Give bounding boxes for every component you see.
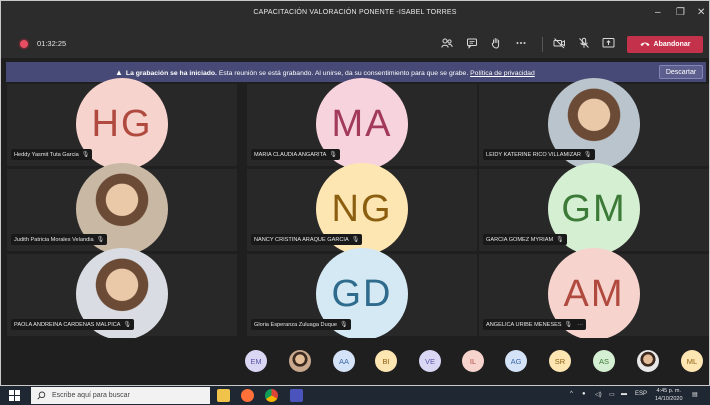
participant-name: NANCY CRISTINA ARAQUE GARCIA [254,236,349,243]
participant-tile[interactable]: Judith Patricia Morales Velandia 🎙︎ [7,163,237,255]
network-icon[interactable]: ▭ [609,391,615,398]
participant-tile[interactable]: GM GARCIA GOMEZ MYRIAM 🎙︎ [479,163,709,255]
participant-name-tag: PAOLA ANDREINA CARDENAS MALPICA 🎙︎ [11,319,135,330]
file-explorer-icon[interactable] [217,389,230,402]
participant-mini-photo[interactable] [289,350,311,372]
chrome-icon[interactable] [265,389,278,402]
tray-chevron-icon[interactable]: ^ [570,391,573,397]
meeting-title: CAPACITACIÓN VALORACIÓN PONENTE -ISABEL … [253,9,457,16]
participant-name: Gloria Esperanza Zuluaga Duque [254,321,338,328]
participant-name: PAOLA ANDREINA CARDENAS MALPICA [14,321,121,328]
participant-mini-avatar[interactable]: ML [681,350,703,372]
battery-icon[interactable]: ▬ [621,391,627,397]
participant-mini-avatar[interactable]: AS [593,350,615,372]
windows-start-icon[interactable] [9,390,20,401]
participant-name-tag: ANGELICA URIBE MENESES 🎙︎ ··· [483,319,587,330]
participant-tile[interactable]: HG Heddy Yasmit Tuta Garcia 🎙︎ [7,78,237,170]
participant-name-tag: NANCY CRISTINA ARAQUE GARCIA 🎙︎ [251,234,363,245]
mic-muted-icon: 🎙︎ [81,152,90,158]
volume-icon[interactable]: ◁) [595,391,602,398]
mic-muted-icon: 🎙︎ [96,237,105,243]
participants-icon[interactable] [440,37,454,51]
meeting-controls: 01:32:25 Abandonar [0,30,710,58]
participant-name-tag: MARIA CLAUDIA ANGARITA 🎙︎ [251,149,340,160]
mic-muted-icon: 🎙︎ [351,237,360,243]
participant-name-tag: LEIDY KATERINE RICO VILLAMIZAR 🎙︎ [483,149,595,160]
participant-name: ANGELICA URIBE MENESES [486,321,562,328]
teams-window: CAPACITACIÓN VALORACIÓN PONENTE -ISABEL … [0,0,710,386]
participant-name: MARIA CLAUDIA ANGARITA [254,151,327,158]
participant-name: LEIDY KATERINE RICO VILLAMIZAR [486,151,581,158]
search-icon [37,387,46,405]
notification-center-icon[interactable]: ▤ [692,391,698,398]
mic-muted-icon: 🎙︎ [556,237,564,243]
participant-mini-avatar[interactable]: SR [549,350,571,372]
toolbar-divider [542,37,543,52]
participant-tile[interactable]: LEIDY KATERINE RICO VILLAMIZAR 🎙︎ [479,78,709,170]
participant-overflow-strip: EM AA BI VE IL AG SR AS ML [0,338,710,386]
participant-mini-avatar[interactable]: EM [245,350,267,372]
raise-hand-icon[interactable] [489,37,503,51]
more-options-icon[interactable] [514,37,528,51]
participant-mini-avatar[interactable]: IL [462,350,484,372]
chat-icon[interactable] [465,37,479,51]
participant-name: GARCIA GOMEZ MYRIAM [486,236,554,243]
mic-off-icon[interactable] [577,37,591,51]
windows-taskbar: Escribe aquí para buscar ^ ● ◁) ▭ ▬ ESP … [0,386,710,405]
minimize-icon[interactable]: – [655,8,661,18]
tray-app-icon[interactable]: ● [582,391,586,397]
phone-hangup-icon [640,41,650,49]
participant-name-tag: Judith Patricia Morales Velandia 🎙︎ [11,234,108,245]
participant-mini-avatar[interactable]: BI [375,350,397,372]
participant-tile[interactable]: PAOLA ANDREINA CARDENAS MALPICA 🎙︎ [7,248,237,340]
participant-tile[interactable]: MA MARIA CLAUDIA ANGARITA 🎙︎ [247,78,477,170]
teams-icon[interactable] [290,389,303,402]
camera-off-icon[interactable] [552,37,566,51]
participant-tile[interactable]: NG NANCY CRISTINA ARAQUE GARCIA 🎙︎ [247,163,477,255]
share-screen-icon[interactable] [601,37,615,51]
participant-tile[interactable]: AM ANGELICA URIBE MENESES 🎙︎ ··· [479,248,709,340]
video-grid: HG Heddy Yasmit Tuta Garcia 🎙︎ MA MARIA CLAU… [7,78,709,340]
recording-banner-message: ▲ La grabación se ha iniciado. Esta reuni… [115,68,535,77]
leave-button-label: Abandonar [653,41,691,48]
maximize-icon[interactable]: ❐ [676,8,685,18]
firefox-icon[interactable] [241,389,254,402]
clock-time: 4:45 p. m. [656,388,681,394]
mic-muted-icon: 🎙︎ [123,322,132,328]
input-language[interactable]: ESP [635,391,647,397]
participant-mini-avatar[interactable]: VE [419,350,441,372]
clock-date: 14/10/2020 [655,396,683,402]
mic-muted-icon: 🎙︎ [340,322,348,328]
participant-name-tag: Gloria Esperanza Zuluaga Duque 🎙︎ [251,319,351,330]
recording-indicator-icon [20,40,28,48]
meeting-timer: 01:32:25 [37,39,67,48]
dismiss-button[interactable]: Descartar [659,65,703,79]
warning-icon: ▲ [115,68,123,77]
title-bar: CAPACITACIÓN VALORACIÓN PONENTE -ISABEL … [0,0,710,30]
banner-text: Esta reunión se está grabando. Al unirse… [216,70,471,77]
banner-bold-text: La grabación se ha iniciado. [125,70,217,77]
participant-mini-avatar[interactable]: AA [333,350,355,372]
search-placeholder: Escribe aquí para buscar [52,392,130,399]
taskbar-clock[interactable]: 4:45 p. m. 14/10/2020 [655,387,683,403]
participant-mini-photo[interactable] [637,350,659,372]
participant-tile[interactable]: GD Gloria Esperanza Zuluaga Duque 🎙︎ [247,248,477,340]
participant-name-tag: GARCIA GOMEZ MYRIAM 🎙︎ [483,234,567,245]
participant-mini-avatar[interactable]: AG [505,350,527,372]
taskbar-search-input[interactable]: Escribe aquí para buscar [31,387,210,404]
leave-button[interactable]: Abandonar [627,36,703,53]
mic-muted-icon: 🎙︎ [329,152,337,158]
participant-name-tag: Heddy Yasmit Tuta Garcia 🎙︎ [11,149,93,160]
participant-more-icon[interactable]: ··· [577,322,583,328]
privacy-policy-link[interactable]: Política de privacidad [470,70,535,77]
mic-muted-icon: 🎙︎ [564,322,573,328]
participant-name: Judith Patricia Morales Velandia [14,236,94,243]
mic-muted-icon: 🎙︎ [583,152,592,158]
participant-name: Heddy Yasmit Tuta Garcia [14,151,79,158]
close-icon[interactable]: ✕ [697,8,705,18]
